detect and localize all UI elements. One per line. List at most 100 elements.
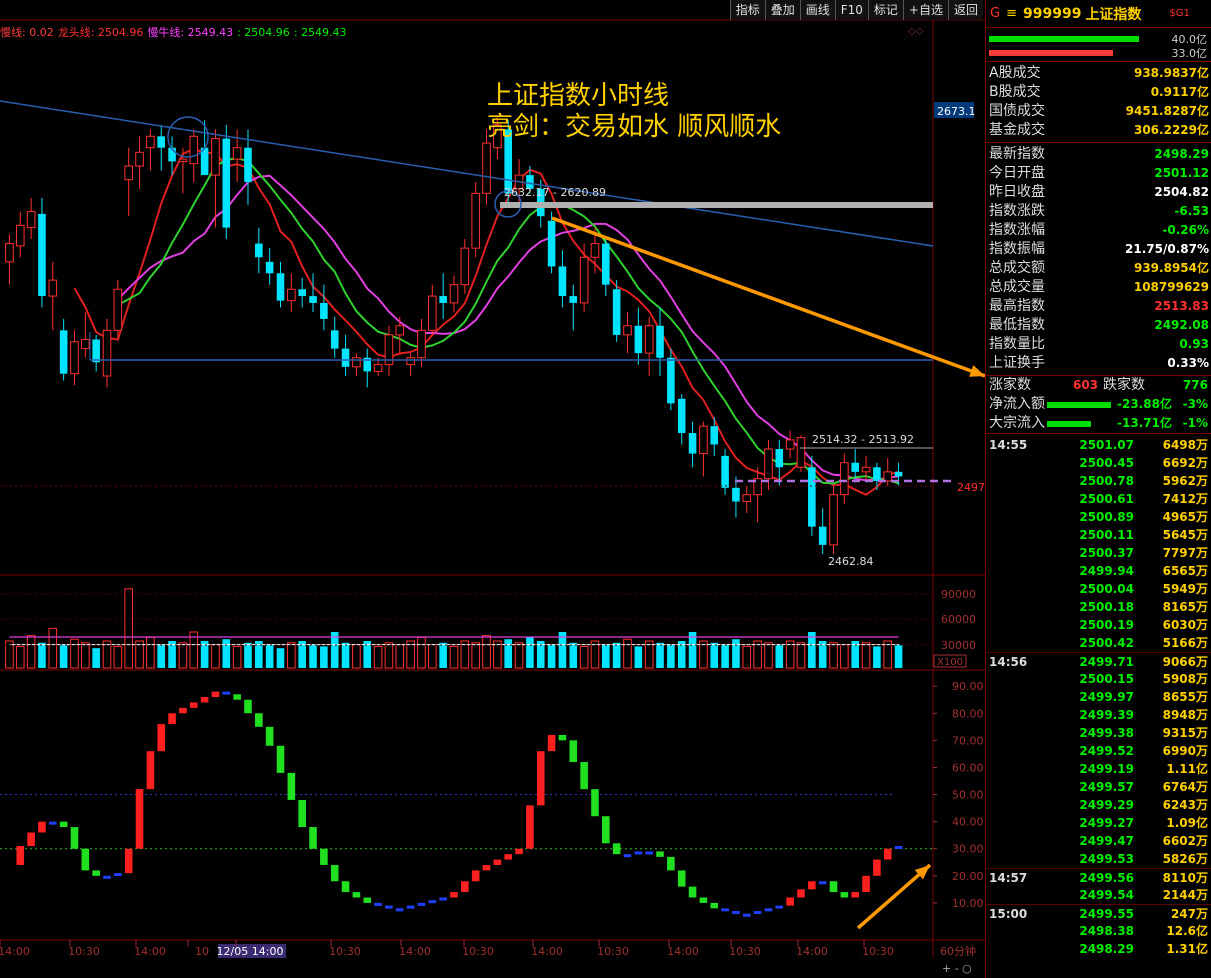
tick-row[interactable]: 2499.54 2144万: [986, 886, 1211, 904]
tick-row[interactable]: 2499.97 8655万: [986, 688, 1211, 706]
toolbar-indicator-button[interactable]: 指标: [729, 0, 765, 20]
candle-body: [764, 448, 773, 480]
osc-bar: [168, 713, 176, 725]
tick-time: [986, 598, 1064, 616]
tick-row[interactable]: 2500.15 5908万: [986, 670, 1211, 688]
quote-row-label: 指数涨幅: [989, 222, 1045, 238]
tick-row[interactable]: 2500.45 6692万: [986, 454, 1211, 472]
candle-body: [688, 433, 697, 454]
tick-row[interactable]: 14:56 2499.71 9066万: [986, 652, 1211, 670]
tick-row[interactable]: 2500.78 5962万: [986, 472, 1211, 490]
candlestick-chart-svg[interactable]: ◇◇ 90000 60000 30000 X100 90.00 80.00 70.00 60…: [0, 0, 985, 978]
quote-row-value: 2504.82: [1154, 185, 1209, 199]
candle-body: [558, 266, 567, 297]
time-axis-label: 14:00: [399, 945, 431, 958]
price-pane: [5, 115, 903, 555]
time-axis-label: 14:00: [134, 945, 166, 958]
tick-row[interactable]: 2498.29 1.31亿: [986, 940, 1211, 958]
quote-row: B股成交 0.9117亿: [986, 83, 1211, 102]
quote-row-value: 2492.08: [1154, 318, 1209, 332]
candle-body: [395, 325, 405, 336]
tick-row[interactable]: 2499.52 6990万: [986, 742, 1211, 760]
range-top-label: 2632.17 - 2620.89: [504, 186, 606, 199]
tick-row[interactable]: 14:55 2501.07 6498万: [986, 436, 1211, 454]
tick-row[interactable]: 2500.61 7412万: [986, 490, 1211, 508]
candle-body: [48, 279, 58, 297]
tick-price: 2500.37: [1079, 546, 1134, 560]
tick-volume: 6030万: [1162, 618, 1208, 632]
time-axis-label: 10:30: [729, 945, 761, 958]
tick-row[interactable]: 2500.04 5949万: [986, 580, 1211, 598]
block-inflow-row: 大宗流入 -13.71亿 -1%: [986, 414, 1211, 433]
toolbar-back-button[interactable]: 返回: [947, 0, 983, 20]
tick-row[interactable]: 2499.19 1.11亿: [986, 760, 1211, 778]
resistance-band: [500, 202, 933, 208]
app-window: 指标 叠加 画线 F10 标记 +自选 返回 慢线: 0.02 龙头线: 2504…: [0, 0, 1211, 978]
tick-row[interactable]: 15:00 2499.55 247万: [986, 904, 1211, 922]
trend-arrow-head: [969, 365, 985, 377]
turnover-bar-red-label: 33.0亿: [1171, 47, 1208, 60]
tick-volume: 6565万: [1162, 564, 1208, 578]
volume-bar: [547, 644, 556, 668]
tick-row[interactable]: 2499.27 1.09亿: [986, 814, 1211, 832]
tick-time: [986, 670, 1064, 688]
tick-row[interactable]: 2499.39 8948万: [986, 706, 1211, 724]
tick-list[interactable]: 14:55 2501.07 6498万 2500.45 6692万 2500.78 5962…: [986, 434, 1211, 958]
toolbar-overlay-button[interactable]: 叠加: [764, 0, 800, 20]
tick-row[interactable]: 2500.18 8165万: [986, 598, 1211, 616]
tick-row[interactable]: 2500.37 7797万: [986, 544, 1211, 562]
tick-volume: 6764万: [1162, 780, 1208, 794]
quote-row-value: 2513.83: [1154, 299, 1209, 313]
osc-bar: [634, 851, 643, 855]
osc-bar: [330, 864, 339, 882]
osc-bar: [710, 902, 719, 909]
quote-row: 基金成交 306.2229亿: [986, 121, 1211, 140]
volume-bar: [417, 636, 426, 669]
toolbar-draw-button[interactable]: 画线: [799, 0, 835, 20]
candle-body: [742, 494, 752, 503]
tick-volume: 1.09亿: [1166, 816, 1208, 830]
candle-body: [569, 296, 578, 303]
tick-row[interactable]: 2499.94 6565万: [986, 562, 1211, 580]
toolbar-mark-button[interactable]: 标记: [867, 0, 903, 20]
volume-bar: [861, 642, 871, 669]
candle-body: [861, 466, 871, 473]
toolbar-f10-button[interactable]: F10: [834, 0, 868, 20]
volume-bar: [211, 644, 220, 669]
quote-panel: G ≡ 999999 上证指数 $G1 40.0亿 33.0亿 A股成交 938.…: [985, 0, 1211, 978]
tick-row[interactable]: 2500.42 5166万: [986, 634, 1211, 652]
tick-row[interactable]: 2499.57 6764万: [986, 778, 1211, 796]
tick-row[interactable]: 2499.38 9315万: [986, 724, 1211, 742]
candle-body: [721, 455, 729, 488]
tick-volume: 6243万: [1162, 798, 1208, 812]
tick-row[interactable]: 2499.29 6243万: [986, 796, 1211, 814]
tick-row[interactable]: 2500.19 6030万: [986, 616, 1211, 634]
osc-bar: [135, 789, 144, 849]
up-count-label: 涨家数: [989, 377, 1031, 393]
menu-icon[interactable]: ≡: [1006, 6, 1017, 21]
chart-area[interactable]: 指标 叠加 画线 F10 标记 +自选 返回 慢线: 0.02 龙头线: 2504…: [0, 0, 985, 978]
tick-row[interactable]: 2500.89 4965万: [986, 508, 1211, 526]
tick-row[interactable]: 2498.38 12.6亿: [986, 922, 1211, 940]
tick-row[interactable]: 2500.11 5645万: [986, 526, 1211, 544]
tick-row[interactable]: 2499.53 5826万: [986, 850, 1211, 868]
candle-body: [38, 213, 46, 297]
updown-row: 涨家数 603 跌家数 776: [986, 376, 1211, 395]
chart-toolbar: 指标 叠加 画线 F10 标记 +自选 返回: [729, 0, 983, 20]
volume-bar: [428, 644, 437, 669]
time-axis-label: 10:30: [462, 945, 494, 958]
volume-bar: [894, 644, 903, 668]
candle-body: [482, 142, 491, 194]
candle-body: [894, 471, 903, 477]
tick-row[interactable]: 14:57 2499.56 8110万: [986, 868, 1211, 886]
osc-bar: [732, 911, 740, 915]
toolbar-watchlist-button[interactable]: +自选: [902, 0, 948, 20]
tick-volume: 5908万: [1162, 672, 1208, 686]
tick-volume: 4965万: [1162, 510, 1208, 524]
osc-bar: [276, 745, 285, 773]
quote-row: 国债成交 9451.8287亿: [986, 102, 1211, 121]
osc-bar: [395, 908, 404, 912]
tick-row[interactable]: 2499.47 6602万: [986, 832, 1211, 850]
tick-price: 2498.38: [1079, 924, 1134, 938]
volume-axis-label: 90000: [941, 588, 976, 601]
